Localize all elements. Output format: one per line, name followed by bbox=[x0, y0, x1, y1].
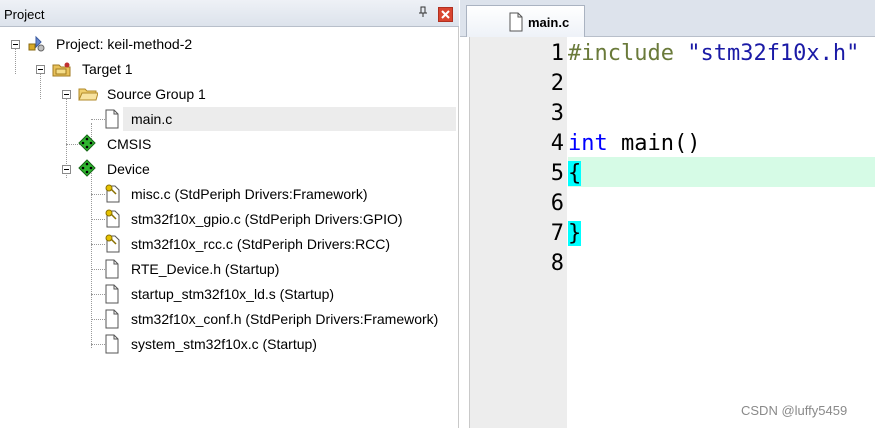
tree-label: stm32f10x_conf.h (StdPeriph Drivers:Fram… bbox=[131, 311, 439, 327]
tree-label: Target 1 bbox=[82, 61, 133, 77]
panel-title: Project bbox=[4, 7, 45, 22]
line-number: 3 bbox=[550, 101, 564, 126]
line-number: 6 bbox=[550, 191, 564, 216]
pin-icon[interactable] bbox=[416, 6, 430, 20]
tree-label: system_stm32f10x.c (Startup) bbox=[131, 336, 317, 352]
tree-label: stm32f10x_rcc.c (StdPeriph Drivers:RCC) bbox=[131, 236, 391, 252]
preprocessor-directive: #include bbox=[568, 41, 674, 66]
folder-icon bbox=[78, 85, 99, 103]
tree-label: startup_stm32f10x_ld.s (Startup) bbox=[131, 286, 335, 302]
tree-label: Device bbox=[107, 161, 150, 177]
code-area[interactable]: #include "stm32f10x.h" int main() { } bbox=[568, 37, 875, 428]
tree-label: Project: keil-method-2 bbox=[56, 36, 193, 52]
collapse-toggle[interactable] bbox=[62, 90, 71, 99]
collapse-toggle[interactable] bbox=[62, 165, 71, 174]
line-number: 8 bbox=[550, 251, 564, 276]
current-line-highlight bbox=[568, 157, 875, 187]
collapse-toggle[interactable] bbox=[11, 40, 20, 49]
file-icon bbox=[104, 309, 122, 329]
green-diamond-icon bbox=[78, 159, 96, 177]
tree-node-project[interactable]: Project: keil-method-2 bbox=[0, 33, 459, 55]
tab-main-c[interactable]: main.c bbox=[466, 5, 585, 37]
project-panel-header: Project bbox=[0, 0, 459, 27]
key-file-icon bbox=[104, 183, 122, 203]
tree-node-device-file[interactable]: stm32f10x_rcc.c (StdPeriph Drivers:RCC) bbox=[0, 233, 459, 255]
tree-label: Source Group 1 bbox=[107, 86, 206, 102]
file-icon bbox=[104, 109, 122, 129]
line-number: 1 bbox=[550, 41, 564, 66]
editor-tab-strip: main.c bbox=[460, 0, 875, 37]
type-keyword: int bbox=[568, 131, 608, 156]
key-file-icon bbox=[104, 208, 122, 228]
include-string: "stm32f10x.h" bbox=[687, 41, 860, 66]
editor-margin bbox=[460, 37, 470, 428]
code-line-4[interactable]: int main() bbox=[568, 129, 700, 159]
tree-node-source-group[interactable]: Source Group 1 bbox=[0, 83, 459, 105]
project-tree: Project: keil-method-2 Target 1 Source G… bbox=[0, 27, 459, 428]
line-number: 4 bbox=[550, 131, 564, 156]
watermark: CSDN @luffy5459 bbox=[741, 403, 848, 418]
tree-node-main-c[interactable]: main.c bbox=[0, 108, 459, 130]
file-icon bbox=[104, 284, 122, 304]
tree-label: CMSIS bbox=[107, 136, 152, 152]
code-line-5[interactable]: { bbox=[568, 159, 582, 189]
function-signature: main() bbox=[607, 131, 701, 156]
line-number: 7 bbox=[550, 221, 564, 246]
file-icon bbox=[104, 334, 122, 354]
green-diamond-icon bbox=[78, 134, 96, 152]
project-panel: Project Project: keil-method-2 Target 1 … bbox=[0, 0, 459, 428]
collapse-toggle[interactable] bbox=[36, 65, 45, 74]
file-icon bbox=[104, 259, 122, 279]
tree-node-device-file[interactable]: system_stm32f10x.c (Startup) bbox=[0, 333, 459, 355]
file-icon bbox=[508, 12, 526, 32]
tree-node-device-file[interactable]: startup_stm32f10x_ld.s (Startup) bbox=[0, 283, 459, 305]
code-line-1[interactable]: #include "stm32f10x.h" bbox=[568, 39, 859, 69]
line-number: 2 bbox=[550, 71, 564, 96]
line-number-gutter: 1 2 3 4 5 6 7 8 bbox=[470, 37, 567, 428]
tree-label: stm32f10x_gpio.c (StdPeriph Drivers:GPIO… bbox=[131, 211, 403, 227]
tree-label: main.c bbox=[131, 111, 173, 127]
open-brace: { bbox=[568, 161, 582, 186]
code-editor: main.c 1 2 3 4 5 6 7 8 #include "stm32f1… bbox=[460, 0, 875, 428]
key-file-icon bbox=[104, 233, 122, 253]
target-folder-icon bbox=[52, 60, 71, 78]
tree-label: misc.c (StdPeriph Drivers:Framework) bbox=[131, 186, 368, 202]
line-number: 5 bbox=[550, 161, 564, 186]
tree-node-device[interactable]: Device bbox=[0, 158, 459, 180]
close-icon[interactable] bbox=[438, 7, 453, 22]
tree-node-cmsis[interactable]: CMSIS bbox=[0, 133, 459, 155]
tree-node-device-file[interactable]: misc.c (StdPeriph Drivers:Framework) bbox=[0, 183, 459, 205]
tree-node-device-file[interactable]: stm32f10x_gpio.c (StdPeriph Drivers:GPIO… bbox=[0, 208, 459, 230]
tree-node-device-file[interactable]: stm32f10x_conf.h (StdPeriph Drivers:Fram… bbox=[0, 308, 459, 330]
close-brace: } bbox=[568, 221, 582, 246]
project-icon bbox=[27, 35, 45, 53]
tab-label: main.c bbox=[528, 15, 570, 30]
tree-node-target[interactable]: Target 1 bbox=[0, 58, 459, 80]
tree-node-device-file[interactable]: RTE_Device.h (Startup) bbox=[0, 258, 459, 280]
code-line-7[interactable]: } bbox=[568, 219, 582, 249]
tree-label: RTE_Device.h (Startup) bbox=[131, 261, 280, 277]
